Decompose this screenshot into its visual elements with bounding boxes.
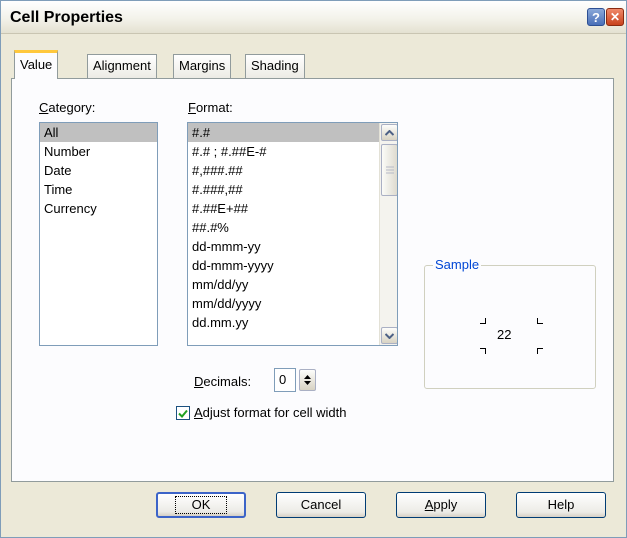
category-item-date[interactable]: Date xyxy=(40,161,157,180)
close-icon[interactable]: ✕ xyxy=(606,8,624,26)
tab-value[interactable]: Value xyxy=(14,50,59,79)
sample-value: 22 xyxy=(497,327,512,342)
category-item-currency[interactable]: Currency xyxy=(40,199,157,218)
tab-alignment[interactable]: Alignment xyxy=(87,54,157,78)
ok-label: OK xyxy=(174,496,228,514)
crop-mark xyxy=(480,348,486,354)
format-item[interactable]: dd-mmm-yyyy xyxy=(188,256,379,275)
category-item-all[interactable]: All xyxy=(40,123,157,142)
ok-button[interactable]: OK xyxy=(156,492,246,518)
scroll-down-button[interactable] xyxy=(381,327,397,344)
crop-mark xyxy=(537,348,543,354)
decimals-input[interactable]: 0 xyxy=(274,368,296,392)
cancel-label: Cancel xyxy=(300,497,342,512)
sample-groupbox: Sample 22 xyxy=(424,257,596,389)
category-item-number[interactable]: Number xyxy=(40,142,157,161)
adjust-format-label[interactable]: Adjust format for cell width xyxy=(194,405,346,420)
apply-label: Apply xyxy=(424,497,458,512)
format-item[interactable]: #.###,## xyxy=(188,180,379,199)
format-item[interactable]: mm/dd/yyyy xyxy=(188,294,379,313)
format-label: Format: xyxy=(188,100,233,115)
grip-icon xyxy=(385,166,394,174)
category-listbox[interactable]: All Number Date Time Currency xyxy=(39,122,158,346)
format-scrollbar[interactable] xyxy=(379,123,397,345)
format-item[interactable]: #.# ; #.##E-# xyxy=(188,142,379,161)
decimals-label: Decimals: xyxy=(194,374,252,389)
apply-button[interactable]: Apply xyxy=(396,492,486,518)
crop-mark xyxy=(480,318,486,324)
format-item[interactable]: #.##E+## xyxy=(188,199,379,218)
format-listbox[interactable]: #.# #.# ; #.##E-# #,###.## #.###,## #.##… xyxy=(187,122,398,346)
tab-shading-label: Shading xyxy=(251,58,299,73)
category-item-time[interactable]: Time xyxy=(40,180,157,199)
cell-properties-dialog: Cell Properties ? ✕ Value Alignment Marg… xyxy=(0,0,627,538)
category-label: Category: xyxy=(39,100,96,115)
cancel-button[interactable]: Cancel xyxy=(276,492,366,518)
tab-margins[interactable]: Margins xyxy=(173,54,232,78)
help-icon[interactable]: ? xyxy=(587,8,605,26)
tab-margins-label: Margins xyxy=(179,58,226,73)
value-tab-panel: Category: All Number Date Time Currency … xyxy=(11,78,614,482)
scroll-thumb[interactable] xyxy=(381,144,397,196)
checkmark-icon xyxy=(178,409,188,418)
window-title: Cell Properties xyxy=(10,9,123,26)
tab-shading[interactable]: Shading xyxy=(245,54,305,78)
format-item[interactable]: #,###.## xyxy=(188,161,379,180)
tab-alignment-label: Alignment xyxy=(93,58,151,73)
format-item[interactable]: #.# xyxy=(188,123,379,142)
help-button[interactable]: Help xyxy=(516,492,606,518)
title-bar[interactable]: Cell Properties ? ✕ xyxy=(1,1,626,34)
decimals-spinner[interactable] xyxy=(299,369,316,391)
format-item[interactable]: dd.mm.yy xyxy=(188,313,379,332)
sample-title: Sample xyxy=(433,257,482,272)
spin-down-icon xyxy=(304,381,311,385)
scroll-up-button[interactable] xyxy=(381,124,397,141)
format-item[interactable]: mm/dd/yy xyxy=(188,275,379,294)
spin-up-icon xyxy=(304,375,311,379)
tab-value-label: Value xyxy=(20,57,53,72)
help-label: Help xyxy=(547,497,575,512)
crop-mark xyxy=(537,318,543,324)
format-item[interactable]: ##.#% xyxy=(188,218,379,237)
chevron-down-icon xyxy=(385,332,394,339)
format-item[interactable]: dd-mmm-yy xyxy=(188,237,379,256)
adjust-format-checkbox[interactable] xyxy=(176,406,190,420)
chevron-up-icon xyxy=(385,129,394,136)
